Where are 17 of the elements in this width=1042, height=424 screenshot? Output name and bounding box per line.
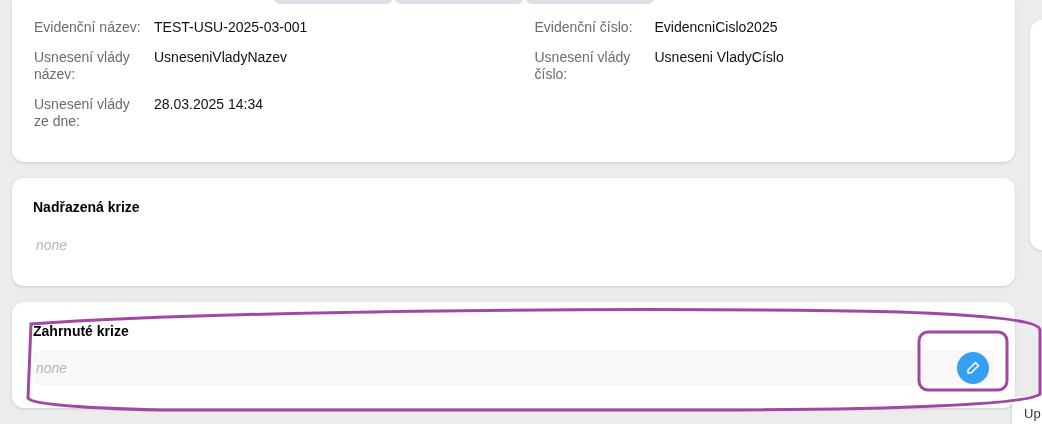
field-value: EvidencniCislo2025	[654, 19, 778, 36]
field-value: Usneseni VladyCíslo	[654, 49, 784, 66]
field-label: Usnesení vlády název:	[34, 49, 131, 83]
popup-text: Up	[1024, 406, 1041, 421]
edit-button[interactable]	[957, 352, 989, 384]
empty-text: none	[35, 236, 68, 255]
field-value: 28.03.2025 14:34	[154, 96, 263, 113]
section-title: Nadřazená krize	[33, 198, 141, 217]
field-label: Usnesení vlády číslo:	[534, 49, 632, 83]
field-value: UsneseniVladyNazev	[154, 49, 288, 66]
field-label: Usnesení vlády ze dne:	[34, 96, 131, 130]
pencil-icon	[966, 361, 980, 375]
field-label: Evidenční číslo:	[534, 19, 634, 36]
empty-text: none	[36, 358, 68, 378]
field-value: TEST-USU-2025-03-001	[154, 19, 308, 36]
field-label: Evidenční název:	[34, 19, 142, 36]
section-title: Zahrnuté krize	[33, 322, 130, 341]
